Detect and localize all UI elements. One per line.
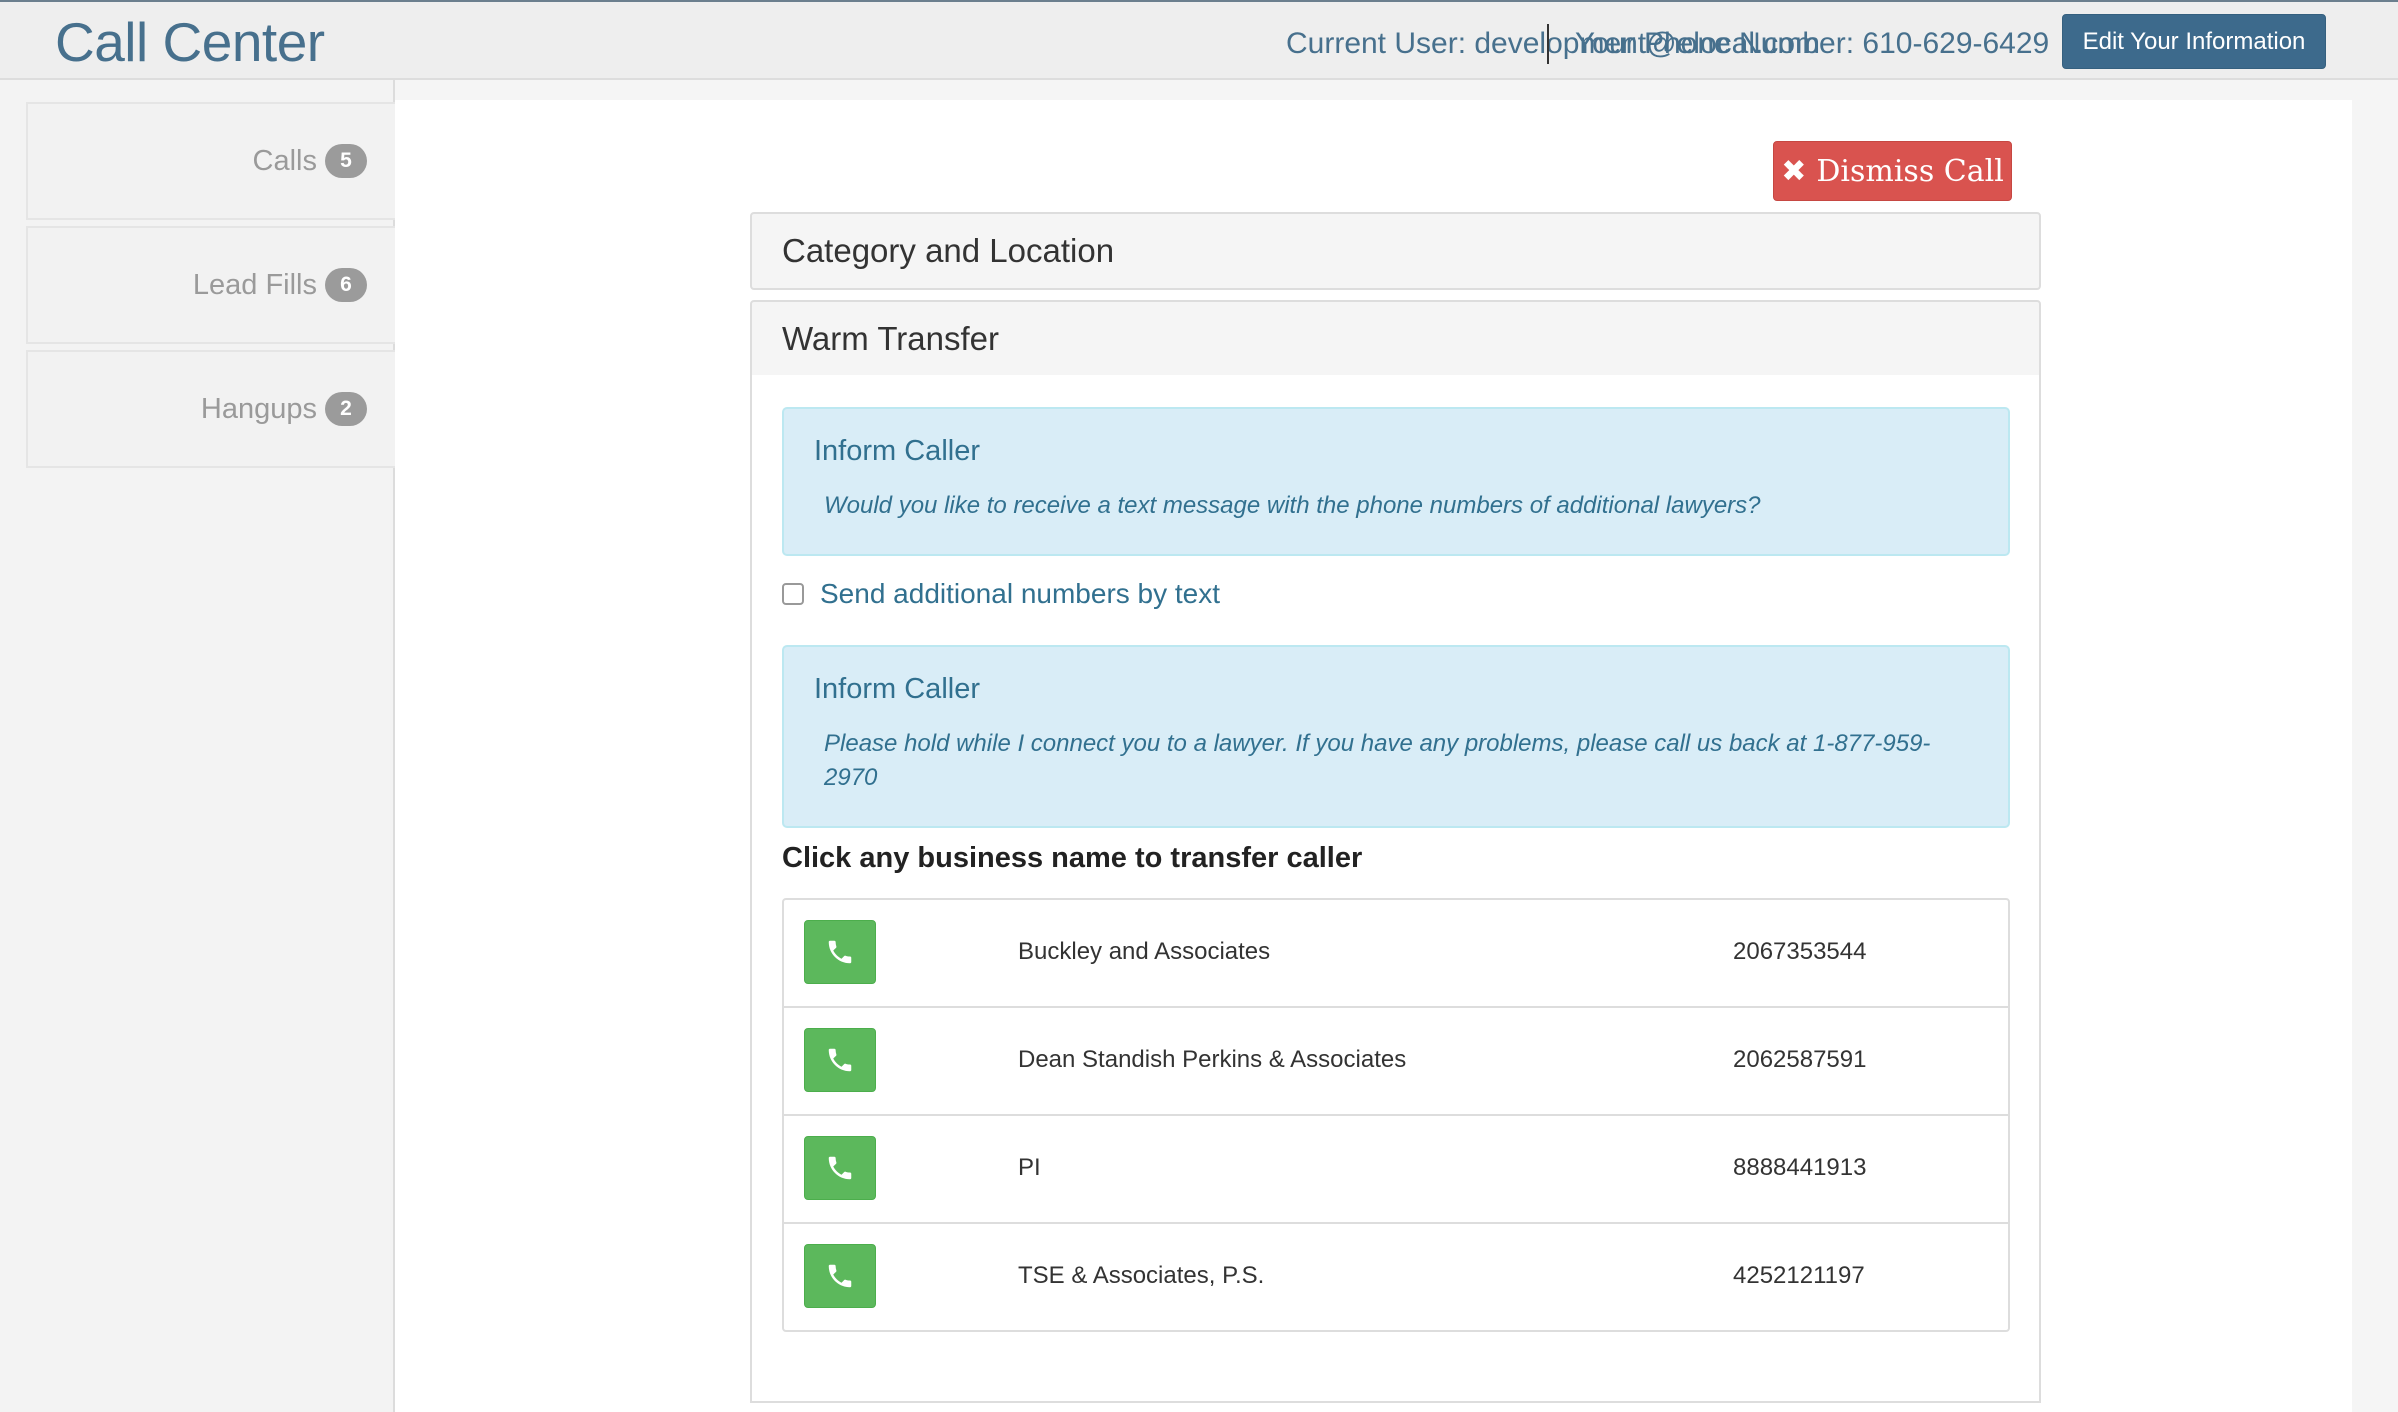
alert-text: Would you like to receive a text message… (824, 492, 1761, 519)
phone-icon (828, 940, 852, 964)
business-phone: 8888441913 (1733, 1154, 1867, 1181)
sidebar-item-hangups[interactable]: Hangups 2 (26, 350, 395, 468)
top-navbar: Call Center Current User: development@el… (0, 0, 2398, 80)
business-name-link[interactable]: PI (1018, 1116, 1041, 1220)
panel-title: Warm Transfer (782, 319, 999, 357)
inform-caller-alert: Inform Caller Would you like to receive … (782, 407, 2010, 556)
navbar-divider (1547, 24, 1549, 64)
panel-category-location[interactable]: Category and Location (750, 212, 2041, 290)
count-badge: 5 (325, 144, 367, 178)
count-badge: 2 (325, 392, 367, 426)
business-name-link[interactable]: Buckley and Associates (1018, 900, 1270, 1004)
edit-information-button[interactable]: Edit Your Information (2062, 14, 2326, 69)
alert-text: Please hold while I connect you to a law… (824, 730, 1931, 791)
transfer-instructions: Click any business name to transfer call… (782, 842, 1363, 874)
dismiss-call-label: Dismiss Call (1816, 153, 2004, 189)
table-row: Dean Standish Perkins & Associates 20625… (784, 1006, 2008, 1114)
panel-warm-transfer[interactable]: Warm Transfer (750, 300, 2041, 377)
sidebar: Calls 5 Lead Fills 6 Hangups 2 (0, 80, 395, 1412)
business-name-link[interactable]: Dean Standish Perkins & Associates (1018, 1008, 1406, 1112)
business-phone: 4252121197 (1733, 1262, 1865, 1289)
transfer-call-button[interactable] (804, 1136, 876, 1200)
brand-title[interactable]: Call Center (55, 8, 325, 76)
phone-icon (828, 1264, 852, 1288)
sidebar-item-lead-fills[interactable]: Lead Fills 6 (26, 226, 395, 344)
transfer-call-button[interactable] (804, 1028, 876, 1092)
sidebar-item-calls[interactable]: Calls 5 (26, 102, 395, 220)
phone-number-text: Your Phone Number: 610-629-6429 (1575, 27, 2050, 60)
table-row: Buckley and Associates 2067353544 (784, 900, 2008, 1008)
table-row: TSE & Associates, P.S. 4252121197 (784, 1222, 2008, 1330)
send-text-option[interactable]: Send additional numbers by text (782, 578, 1220, 610)
sidebar-item-label: Calls (252, 144, 317, 177)
send-text-label[interactable]: Send additional numbers by text (820, 578, 1220, 610)
business-name-link[interactable]: TSE & Associates, P.S. (1018, 1224, 1264, 1328)
table-row: PI 8888441913 (784, 1114, 2008, 1222)
business-phone: 2067353544 (1733, 938, 1867, 965)
sidebar-item-label: Hangups (200, 392, 317, 425)
alert-title: Inform Caller (814, 435, 980, 467)
sidebar-item-label: Lead Fills (192, 268, 317, 301)
send-text-checkbox[interactable] (782, 583, 804, 605)
count-badge: 6 (325, 268, 367, 302)
alert-title: Inform Caller (814, 673, 980, 705)
panel-title: Category and Location (782, 232, 1115, 269)
business-phone: 2062587591 (1733, 1046, 1867, 1073)
business-transfer-table: Buckley and Associates 2067353544 Dean S… (782, 898, 2010, 1332)
phone-icon (828, 1048, 852, 1072)
transfer-call-button[interactable] (804, 920, 876, 984)
phone-icon (828, 1156, 852, 1180)
times-icon: ✖ (1781, 153, 1807, 189)
inform-caller-alert: Inform Caller Please hold while I connec… (782, 645, 2010, 828)
transfer-call-button[interactable] (804, 1244, 876, 1308)
dismiss-call-button[interactable]: ✖ Dismiss Call (1773, 141, 2012, 201)
